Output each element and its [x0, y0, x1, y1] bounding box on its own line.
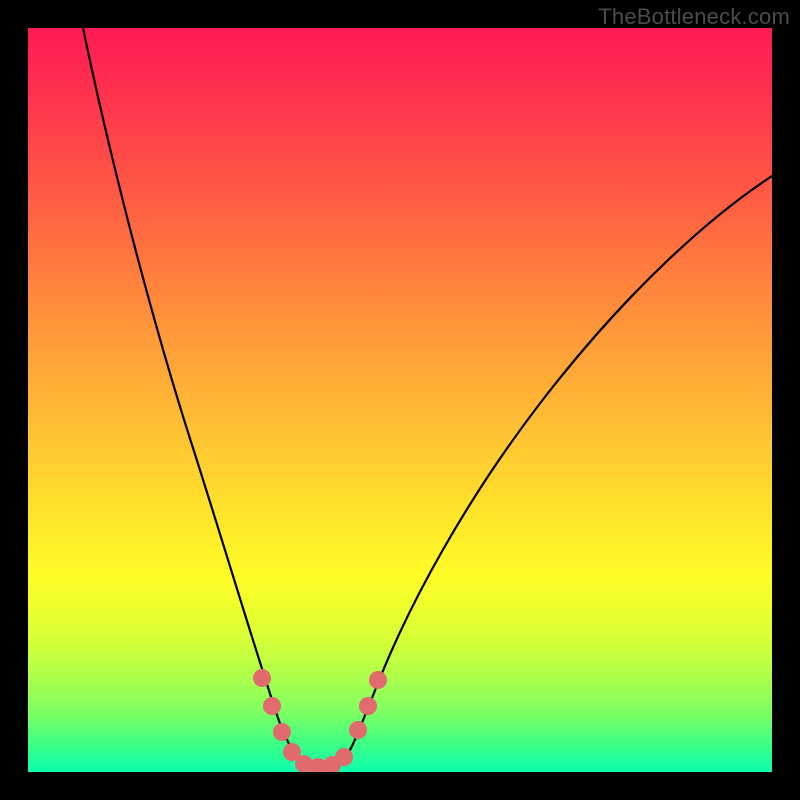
- chart-plot-area: [28, 28, 772, 772]
- highlight-dot: [335, 748, 353, 766]
- highlight-dot: [349, 721, 367, 739]
- bottleneck-curve-svg: [28, 28, 772, 772]
- highlight-dot: [369, 671, 387, 689]
- highlight-dot: [253, 669, 271, 687]
- highlight-dot: [273, 723, 291, 741]
- watermark-text: TheBottleneck.com: [598, 4, 790, 30]
- highlight-dot: [359, 697, 377, 715]
- highlight-dots-group: [253, 669, 387, 772]
- highlight-dot: [263, 697, 281, 715]
- bottleneck-curve-path: [83, 28, 772, 767]
